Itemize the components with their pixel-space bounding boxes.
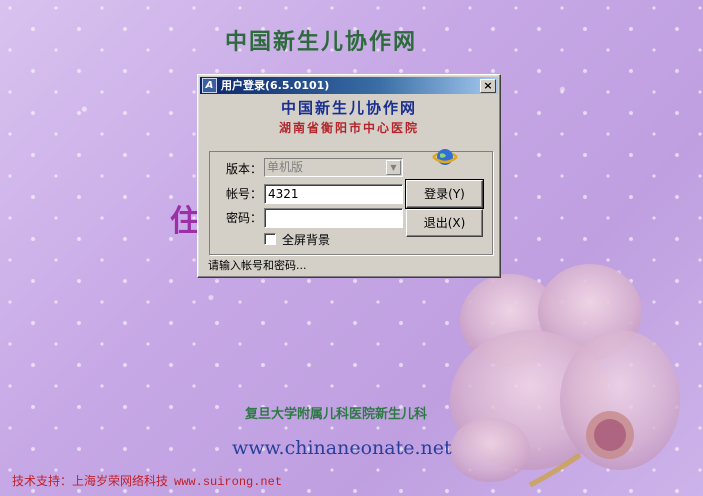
exit-button[interactable]: 退出(X) xyxy=(406,209,483,237)
chevron-down-icon: ▼ xyxy=(386,160,401,175)
brand-title: 中国新生儿协作网 xyxy=(280,99,417,117)
status-bar: 请输入帐号和密码... xyxy=(208,259,307,272)
dialog-titlebar[interactable]: A 用户登录(6.5.0101) × xyxy=(200,77,498,94)
globe-icon xyxy=(432,149,458,165)
dialog-title: 用户登录(6.5.0101) xyxy=(221,79,330,92)
version-select: 单机版 ▼ xyxy=(264,158,403,177)
fullscreen-checkbox[interactable] xyxy=(264,233,276,245)
support-footer: 技术支持：上海岁荣网络科技 www.suirong.net xyxy=(12,472,282,489)
password-label: 密码： xyxy=(226,211,263,225)
close-icon[interactable]: × xyxy=(480,79,496,93)
version-label: 版本： xyxy=(226,162,263,176)
account-label: 帐号： xyxy=(226,187,263,201)
account-input[interactable] xyxy=(264,184,403,204)
login-button[interactable]: 登录(Y) xyxy=(405,179,484,209)
fullscreen-label[interactable]: 全屏背景 xyxy=(282,231,330,248)
babies-image xyxy=(450,264,680,488)
hospital-name: 湖南省衡阳市中心医院 xyxy=(278,121,419,135)
page-title: 中国新生儿协作网 xyxy=(225,29,418,55)
website-link[interactable]: www.chinaneonate.net xyxy=(232,437,452,459)
hospital-subtitle: 复旦大学附属儿科医院新生儿科 xyxy=(245,407,428,422)
login-dialog: A 用户登录(6.5.0101) × 中国新生儿协作网 湖南省衡阳市中心医院 版… xyxy=(197,74,501,278)
version-value: 单机版 xyxy=(267,160,304,174)
password-input[interactable] xyxy=(264,208,403,228)
app-icon: A xyxy=(202,78,217,93)
support-url[interactable]: www.suirong.net xyxy=(174,475,282,489)
support-label: 技术支持：上海岁荣网络科技 xyxy=(12,474,169,488)
